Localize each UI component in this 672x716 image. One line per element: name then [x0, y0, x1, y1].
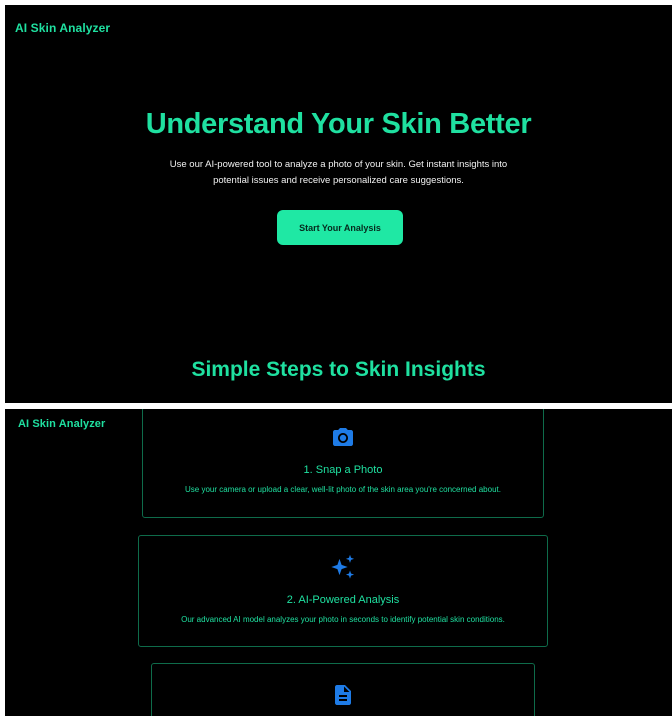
- step-description: Use your camera or upload a clear, well-…: [185, 485, 501, 494]
- steps-section-title: Simple Steps to Skin Insights: [191, 358, 486, 381]
- hero-description: Use our AI-powered tool to analyze a pho…: [169, 159, 508, 186]
- document-icon: [331, 682, 355, 713]
- step-card-ai-analysis: 2. AI-Powered Analysis Our advanced AI m…: [138, 535, 548, 647]
- landing-hero-view: AI Skin Analyzer Understand Your Skin Be…: [5, 5, 672, 403]
- sparkles-icon: [329, 553, 357, 586]
- step-title: 1. Snap a Photo: [303, 464, 383, 476]
- step-title: 2. AI-Powered Analysis: [286, 594, 400, 606]
- steps-scrolled-view: AI Skin Analyzer 1. Snap a Photo Use you…: [5, 409, 672, 716]
- step-card-snap-photo: 1. Snap a Photo Use your camera or uploa…: [142, 409, 544, 518]
- step-description: Our advanced AI model analyzes your phot…: [181, 615, 505, 624]
- brand-logo[interactable]: AI Skin Analyzer: [18, 418, 105, 430]
- brand-logo[interactable]: AI Skin Analyzer: [15, 21, 110, 35]
- start-analysis-button[interactable]: Start Your Analysis: [277, 210, 403, 245]
- hero-title: Understand Your Skin Better: [145, 108, 532, 140]
- step-card-report: [151, 663, 535, 716]
- camera-icon: [330, 425, 356, 454]
